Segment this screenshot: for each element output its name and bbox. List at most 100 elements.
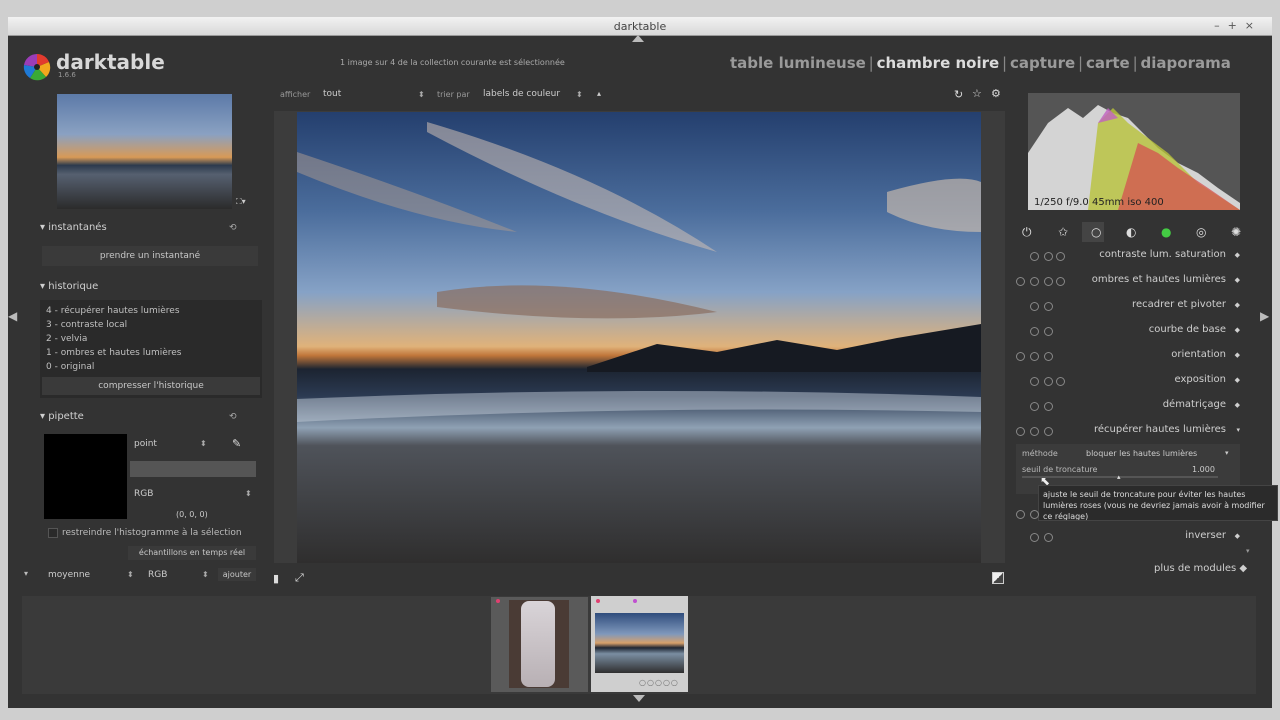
main-photo	[297, 112, 981, 563]
expand-samples-icon[interactable]: ▾	[24, 569, 28, 578]
close-icon[interactable]: ×	[1245, 19, 1262, 32]
sort-label: trier par	[437, 90, 470, 99]
history-item[interactable]: 4 - récupérer hautes lumières	[46, 306, 180, 316]
view-tethering[interactable]: capture	[1010, 54, 1075, 72]
collapse-left-icon[interactable]: ◀	[8, 309, 17, 323]
slider-handle-icon[interactable]: ▴	[1117, 473, 1121, 481]
collapse-right-icon[interactable]: ▶	[1260, 309, 1269, 323]
photo-details	[297, 122, 981, 422]
view-slideshow[interactable]: diaporama	[1141, 54, 1231, 72]
app-version: 1.6.6	[58, 71, 76, 79]
method-label: méthode	[1022, 449, 1058, 458]
module-contrast[interactable]: contraste lum. saturation ◆	[1014, 246, 1244, 268]
module-base-curve[interactable]: courbe de base ◆	[1014, 321, 1244, 343]
window-titlebar: darktable –+×	[8, 17, 1272, 36]
method-dropdown-icon[interactable]: ▾	[1225, 449, 1229, 457]
favorite-icon[interactable]: ✩	[1058, 225, 1068, 239]
navigation-thumbnail[interactable]	[57, 94, 232, 209]
select-arrows-icon: ⬍	[127, 570, 134, 579]
correct-group-icon[interactable]: ◎	[1196, 225, 1206, 239]
compress-history-button[interactable]: compresser l'historique	[42, 377, 260, 395]
module-hidden-under-tooltip[interactable]	[1014, 504, 1244, 526]
method-select[interactable]: bloquer les hautes lumières	[1086, 449, 1197, 458]
view-darkroom[interactable]: chambre noire	[877, 54, 1000, 72]
live-samples-button[interactable]: échantillons en temps réel	[128, 546, 256, 560]
darktable-logo-icon	[23, 53, 51, 81]
module-highlight-reconstruction[interactable]: récupérer hautes lumières ▾	[1014, 421, 1244, 443]
expand-icon[interactable]: ⤢	[295, 571, 304, 585]
gear-icon[interactable]: ⚙	[991, 87, 1001, 100]
picker-color-swatch	[44, 434, 127, 519]
module-demosaic[interactable]: dématriçage ◆	[1014, 396, 1244, 418]
picker-colorspace-select[interactable]: RGB	[134, 489, 153, 499]
add-sample-button[interactable]: ajouter	[218, 568, 256, 581]
maximize-icon[interactable]: +	[1228, 19, 1245, 32]
history-item[interactable]: 2 - velvia	[46, 334, 87, 344]
filmstrip-thumb[interactable]	[491, 597, 588, 692]
select-arrows-icon: ⬍	[202, 570, 209, 579]
basic-group-icon[interactable]: ○	[1091, 225, 1101, 239]
more-modules-button[interactable]: plus de modules ◆	[1154, 563, 1247, 574]
filmstrip-thumb-selected[interactable]: ○○○○○	[591, 596, 688, 692]
select-arrows-icon: ⬍	[418, 90, 425, 99]
collapse-bottom-icon[interactable]	[633, 695, 645, 702]
refresh-icon[interactable]: ↻	[954, 88, 963, 101]
zoom-menu-icon[interactable]: ⛶▾	[236, 197, 246, 207]
sort-select[interactable]: labels de couleur	[483, 89, 560, 99]
overexposure-toggle-icon[interactable]	[992, 572, 1004, 584]
module-exposure[interactable]: exposition ◆	[1014, 371, 1244, 393]
module-invert[interactable]: inverser ◆	[1014, 527, 1244, 549]
restrict-histogram-label: restreindre l'histogramme à la sélection	[62, 528, 242, 538]
filter-show-label: afficher	[280, 90, 311, 99]
picker-header[interactable]: ▾ pipette	[40, 411, 84, 422]
snapshots-header[interactable]: ▾ instantanés	[40, 222, 107, 233]
history-item[interactable]: 0 - original	[46, 362, 94, 372]
snapshots-reset-icon[interactable]: ⟲	[229, 223, 237, 233]
take-snapshot-button[interactable]: prendre un instantané	[42, 246, 258, 266]
star-icon[interactable]: ☆	[972, 87, 982, 100]
picker-value-field[interactable]	[130, 461, 256, 477]
history-header[interactable]: ▾ historique	[40, 281, 98, 292]
restrict-histogram-checkbox[interactable]	[48, 528, 58, 538]
tone-group-icon[interactable]: ◐	[1126, 225, 1136, 239]
eyedropper-icon[interactable]: ✎	[232, 437, 241, 450]
threshold-label: seuil de troncature	[1022, 465, 1098, 474]
view-lighttable[interactable]: table lumineuse	[730, 54, 866, 72]
view-switcher: table lumineuse | chambre noire | captur…	[730, 54, 1231, 72]
scroll-down-icon[interactable]: ▾	[1246, 547, 1250, 555]
module-orientation[interactable]: orientation ◆	[1014, 346, 1244, 368]
filter-show-select[interactable]: tout	[323, 89, 341, 99]
rating-stars[interactable]: ○○○○○	[639, 678, 679, 687]
effect-group-icon[interactable]: ✺	[1231, 225, 1241, 239]
histogram-exif: 1/250 f/9.0 45mm iso 400	[1034, 197, 1164, 208]
color-label-icon	[496, 599, 500, 603]
picker-reset-icon[interactable]: ⟲	[229, 412, 237, 422]
selection-status: 1 image sur 4 de la collection courante …	[340, 58, 565, 67]
picker-values: (0, 0, 0)	[176, 510, 208, 519]
threshold-value[interactable]: 1.000	[1192, 465, 1215, 474]
color-group-icon[interactable]: ●	[1161, 225, 1171, 239]
sort-order-icon[interactable]: ▴	[597, 89, 601, 98]
sample-mode-select[interactable]: moyenne	[48, 570, 90, 580]
color-label-icon	[596, 599, 600, 603]
history-item[interactable]: 3 - contraste local	[46, 320, 127, 330]
select-arrows-icon: ⬍	[245, 489, 252, 498]
module-groups: ⏻ ✩ ○ ◐ ● ◎ ✺	[1020, 222, 1252, 242]
view-map[interactable]: carte	[1086, 54, 1130, 72]
select-arrows-icon: ⬍	[576, 90, 583, 99]
window-controls[interactable]: –+×	[1214, 19, 1262, 32]
histogram-graph	[1028, 105, 1240, 210]
sample-space-select[interactable]: RGB	[148, 570, 167, 580]
history-list: 4 - récupérer hautes lumières 3 - contra…	[40, 300, 262, 398]
picker-mode-select[interactable]: point	[134, 439, 157, 449]
history-item[interactable]: 1 - ombres et hautes lumières	[46, 348, 181, 358]
module-shadows-highlights[interactable]: ombres et hautes lumières ◆	[1014, 271, 1244, 293]
trash-icon[interactable]: ▮	[273, 572, 279, 585]
module-crop-rotate[interactable]: recadrer et pivoter ◆	[1014, 296, 1244, 318]
minimize-icon[interactable]: –	[1214, 19, 1228, 32]
collapse-top-icon[interactable]	[632, 35, 644, 42]
window-title: darktable	[613, 20, 667, 33]
histogram[interactable]: 1/250 f/9.0 45mm iso 400	[1028, 93, 1240, 210]
color-label-icon	[633, 599, 637, 603]
power-icon[interactable]: ⏻	[1022, 225, 1032, 240]
